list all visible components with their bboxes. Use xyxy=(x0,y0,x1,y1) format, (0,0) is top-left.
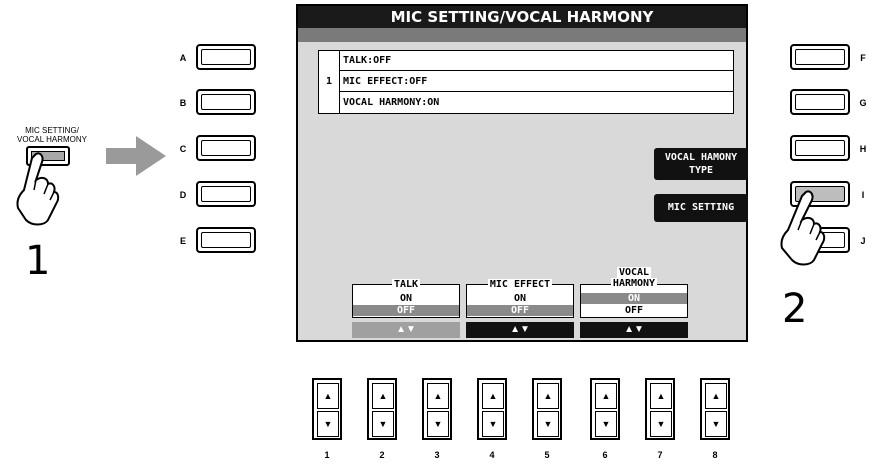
bottom-label-6: 6 xyxy=(602,450,608,460)
talk-param[interactable]: TALK ON OFF xyxy=(352,279,460,318)
bottom-label-8: 8 xyxy=(712,450,718,460)
lcd-screen: MIC SETTING/VOCAL HARMONY 1 TALK:OFF MIC… xyxy=(296,4,748,342)
button-a[interactable] xyxy=(196,44,256,70)
button-c[interactable] xyxy=(196,135,256,161)
label-d: D xyxy=(179,190,187,200)
status-vocal-harmony: VOCAL HARMONY:ON xyxy=(343,97,440,108)
bottom-button-5[interactable]: ▲ ▼ xyxy=(532,378,562,440)
mic-button-label: MIC SETTING/ VOCAL HARMONY xyxy=(8,126,96,144)
bottom-button-8[interactable]: ▲ ▼ xyxy=(700,378,730,440)
label-g: G xyxy=(859,98,867,108)
button-d[interactable] xyxy=(196,181,256,207)
pointing-hand-icon xyxy=(780,190,826,266)
title-sub-bar xyxy=(298,28,746,42)
status-number: 1 xyxy=(319,51,340,113)
vocal-harmony-off-option: OFF xyxy=(624,305,644,316)
mic-effect-updown-button[interactable]: ▲▼ xyxy=(466,322,574,338)
label-c: C xyxy=(179,144,187,154)
bottom-label-4: 4 xyxy=(489,450,495,460)
talk-on-option: ON xyxy=(399,293,413,304)
bottom-button-3[interactable]: ▲ ▼ xyxy=(422,378,452,440)
label-b: B xyxy=(179,98,187,108)
button-h[interactable] xyxy=(790,135,850,161)
bottom-label-2: 2 xyxy=(379,450,385,460)
button-b[interactable] xyxy=(196,89,256,115)
mic-effect-off-option: OFF xyxy=(467,305,573,316)
bottom-button-2[interactable]: ▲ ▼ xyxy=(367,378,397,440)
vocal-harmony-on-option: ON xyxy=(581,293,687,304)
vocal-harmony-param-title: VOCAL HARMONY xyxy=(581,267,687,289)
bottom-label-7: 7 xyxy=(657,450,663,460)
bottom-label-3: 3 xyxy=(434,450,440,460)
talk-param-title: TALK xyxy=(391,279,421,290)
vocal-harmony-title-line2: HARMONY xyxy=(610,278,658,289)
mic-effect-param[interactable]: MIC EFFECT ON OFF xyxy=(466,279,574,318)
mic-button-label-line2: VOCAL HARMONY xyxy=(17,135,87,144)
vocal-harmony-type-button[interactable]: VOCAL HAMONY TYPE xyxy=(654,148,748,180)
mic-setting-button[interactable]: MIC SETTING xyxy=(654,194,748,222)
button-f[interactable] xyxy=(790,44,850,70)
label-e: E xyxy=(179,236,186,246)
bottom-button-6[interactable]: ▲ ▼ xyxy=(590,378,620,440)
mic-button-label-line1: MIC SETTING/ xyxy=(25,126,79,135)
mic-effect-param-title: MIC EFFECT xyxy=(487,279,553,290)
bottom-label-1: 1 xyxy=(324,450,330,460)
talk-updown-button[interactable]: ▲▼ xyxy=(352,322,460,338)
vocal-harmony-param[interactable]: VOCAL HARMONY ON OFF xyxy=(580,267,688,318)
vocal-harmony-type-line1: VOCAL HAMONY xyxy=(664,152,738,163)
bottom-button-1[interactable]: ▲ ▼ xyxy=(312,378,342,440)
talk-off-option: OFF xyxy=(353,305,459,316)
status-talk: TALK:OFF xyxy=(339,51,733,71)
page-title: MIC SETTING/VOCAL HARMONY xyxy=(298,6,746,28)
label-i: I xyxy=(861,190,865,200)
vocal-harmony-updown-button[interactable]: ▲▼ xyxy=(580,322,688,338)
status-mic-effect: MIC EFFECT:OFF xyxy=(339,72,733,92)
bottom-button-7[interactable]: ▲ ▼ xyxy=(645,378,675,440)
label-j: J xyxy=(860,236,866,246)
vocal-harmony-title-line1: VOCAL xyxy=(616,267,652,278)
vocal-harmony-type-line2: TYPE xyxy=(688,165,714,176)
right-arrow-icon xyxy=(106,136,166,176)
status-box: 1 TALK:OFF MIC EFFECT:OFF VOCAL HARMONY:… xyxy=(318,50,734,114)
step-2-label: 2 xyxy=(782,286,808,332)
pointing-hand-icon xyxy=(16,152,60,226)
bottom-button-4[interactable]: ▲ ▼ xyxy=(477,378,507,440)
bottom-label-5: 5 xyxy=(544,450,550,460)
label-a: A xyxy=(179,53,187,63)
step-1-label: 1 xyxy=(25,238,51,284)
mic-effect-on-option: ON xyxy=(513,293,527,304)
label-h: H xyxy=(859,144,867,154)
button-e[interactable] xyxy=(196,227,256,253)
button-g[interactable] xyxy=(790,89,850,115)
label-f: F xyxy=(860,53,866,63)
